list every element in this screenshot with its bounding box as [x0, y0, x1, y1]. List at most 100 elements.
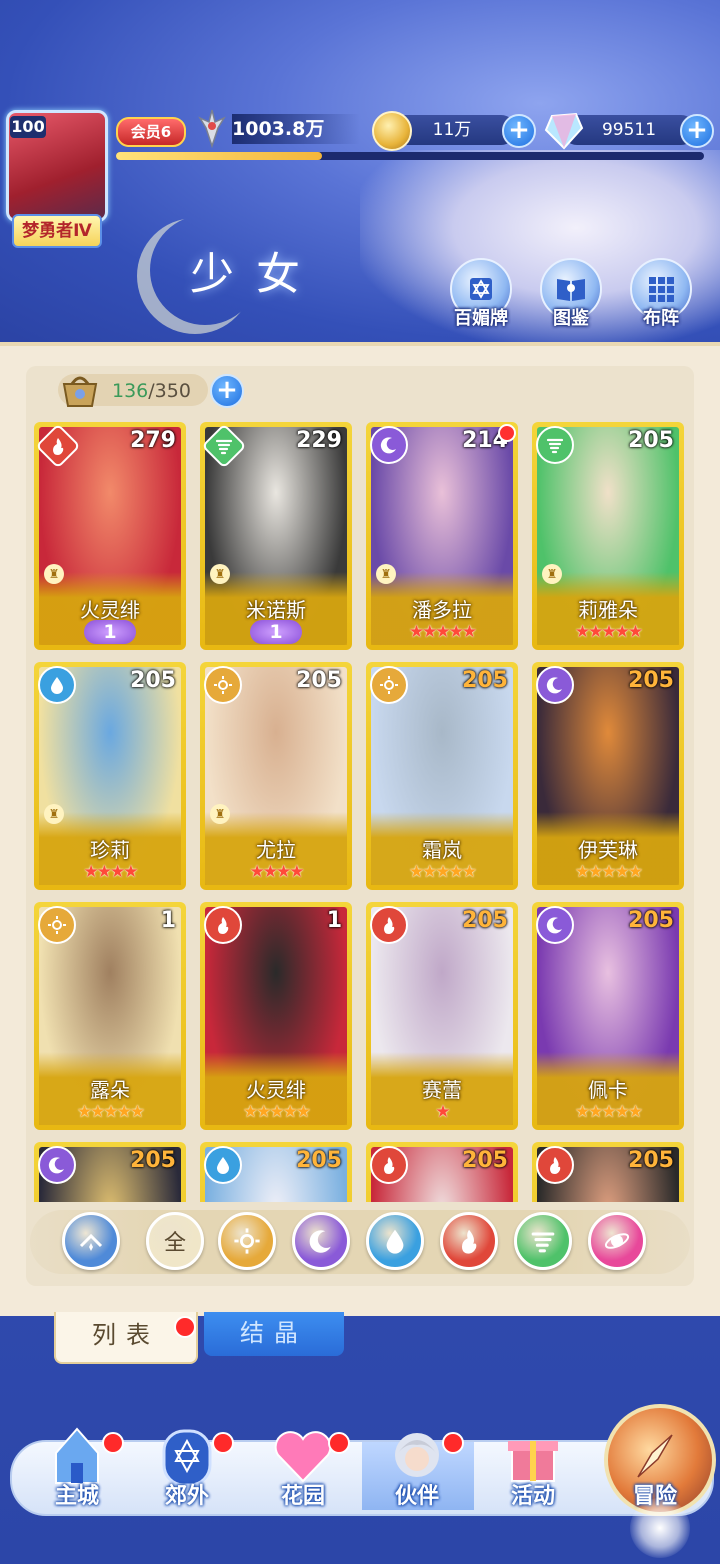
star-icon: ★	[422, 622, 437, 642]
character-card[interactable]: 1 露朵 ★★★★★	[34, 902, 186, 1130]
character-level: 1	[326, 908, 342, 933]
character-level: 1	[160, 908, 176, 933]
filter-wind-button[interactable]	[514, 1212, 572, 1270]
nav-hexagram-portal[interactable]: 郊外	[132, 1420, 242, 1520]
character-level: 205	[628, 1148, 674, 1173]
character-card[interactable]: 205	[34, 1142, 186, 1202]
star-icon: ★	[96, 862, 112, 882]
filter-all-button[interactable]: 全	[146, 1212, 204, 1270]
star-icon: ★	[574, 622, 590, 642]
character-level: 279	[130, 428, 176, 453]
character-level: 205	[130, 668, 176, 693]
character-card[interactable]: 205	[366, 1142, 518, 1202]
character-card[interactable]: 205	[200, 1142, 352, 1202]
nav-castle[interactable]: 主城	[22, 1420, 132, 1520]
star-icon: ★	[435, 862, 450, 882]
character-name: 佩卡	[588, 1078, 628, 1102]
character-name: 赛蕾	[422, 1078, 462, 1102]
moon-element-icon	[536, 666, 574, 704]
character-name: 米诺斯	[246, 598, 306, 622]
star-icon: ★	[276, 862, 291, 882]
character-card[interactable]: 205 赛蕾 ★	[366, 902, 518, 1130]
character-name: 火灵绯	[246, 1078, 306, 1102]
moon-element-icon	[370, 426, 408, 464]
character-card[interactable]: 205	[532, 1142, 684, 1202]
filter-star-button[interactable]	[588, 1212, 646, 1270]
star-icon: ★	[123, 862, 138, 882]
vip-badge[interactable]: 会员6	[116, 117, 186, 147]
character-level: 205	[296, 1148, 342, 1173]
collection-current: 136	[112, 380, 149, 402]
character-name: 尤拉	[256, 838, 296, 862]
filter-moon-button[interactable]	[292, 1212, 350, 1270]
moon-element-icon	[38, 1146, 76, 1184]
character-card[interactable]: 205 ♜ 珍莉 ★★★★	[34, 662, 186, 890]
deployed-icon: ♜	[210, 564, 230, 584]
star-icon: ★	[282, 1102, 298, 1122]
fire-element-icon	[370, 906, 408, 944]
gem-value: 99511	[601, 120, 657, 140]
gold-value: 11万	[432, 120, 472, 140]
character-card[interactable]: 205 ♜ 莉雅朵 ★★★★★	[532, 422, 684, 650]
character-card[interactable]: 205 佩卡 ★★★★★	[532, 902, 684, 1130]
nav-notification-dot	[442, 1432, 464, 1454]
character-card[interactable]: 205 霜岚 ★★★★★	[366, 662, 518, 890]
character-card[interactable]: 229 ♜ 米诺斯 1	[200, 422, 352, 650]
star-icon: ★	[574, 1102, 590, 1122]
add-gold-button[interactable]: +	[502, 114, 536, 148]
filter-all-label: 全	[163, 1231, 186, 1256]
water-element-icon	[204, 1146, 242, 1184]
star-icon: ★	[289, 862, 304, 882]
expand-collection-button[interactable]: +	[210, 374, 244, 408]
character-name: 莉雅朵	[578, 598, 638, 622]
filter-water-button[interactable]	[366, 1212, 424, 1270]
xp-bar	[116, 152, 704, 160]
nav-label: 活动	[510, 1484, 555, 1509]
star-icon: ★	[574, 862, 590, 882]
add-gems-button[interactable]: +	[680, 114, 714, 148]
character-card[interactable]: 214 ♜ 潘多拉 ★★★★★	[366, 422, 518, 650]
power-value: 1003.8万	[232, 114, 360, 144]
glow-orb	[630, 1498, 690, 1558]
character-name: 潘多拉	[412, 598, 472, 622]
rank-badge: 梦勇者Ⅳ	[12, 214, 102, 248]
deployed-icon: ♜	[542, 564, 562, 584]
star-icon: ★	[408, 622, 424, 642]
filter-fire-button[interactable]	[440, 1212, 498, 1270]
sun-element-icon	[370, 666, 408, 704]
star-icon: ★	[116, 1102, 132, 1122]
sun-element-icon	[204, 666, 242, 704]
character-card[interactable]: 279 ♜ 火灵绯 1	[34, 422, 186, 650]
character-card[interactable]: 1 火灵绯 ★★★★★	[200, 902, 352, 1130]
star-icon: ★	[448, 622, 464, 642]
character-card[interactable]: 205 ♜ 尤拉 ★★★★	[200, 662, 352, 890]
star-icon: ★	[588, 622, 603, 642]
character-card[interactable]: 205 伊芙琳 ★★★★★	[532, 662, 684, 890]
tab-crystal[interactable]: 结晶	[204, 1312, 344, 1356]
star-icon: ★	[588, 1102, 603, 1122]
gold-coin-icon	[372, 111, 412, 151]
star-icon: ★	[627, 622, 643, 642]
sort-toggle-button[interactable]	[62, 1212, 120, 1270]
star-icon: ★	[614, 622, 630, 642]
star-rating: ★★★★	[34, 862, 186, 882]
page-title: 少女	[190, 249, 322, 300]
nav-gift-box[interactable]: 活动	[478, 1420, 588, 1520]
star-icon: ★	[588, 862, 603, 882]
star-icon: ★	[83, 862, 99, 882]
sun-icon	[233, 1227, 261, 1255]
character-level: 229	[296, 428, 342, 453]
character-level: 205	[462, 668, 508, 693]
collection-max: /350	[148, 380, 191, 402]
formation-button[interactable]: 布阵	[628, 258, 694, 330]
filter-sun-button[interactable]	[218, 1212, 276, 1270]
star-icon: ★	[448, 862, 464, 882]
sword-shield-icon	[198, 109, 226, 148]
chevron-up-icon	[78, 1230, 104, 1252]
hundred-charm-cards-button[interactable]: 百媚牌	[448, 258, 514, 330]
nav-partner-portrait[interactable]: 伙伴	[362, 1420, 472, 1520]
codex-button[interactable]: 图鉴	[538, 258, 604, 330]
moon-icon	[307, 1227, 335, 1255]
star-icon: ★	[627, 1102, 643, 1122]
nav-heart[interactable]: 花园	[248, 1420, 358, 1520]
